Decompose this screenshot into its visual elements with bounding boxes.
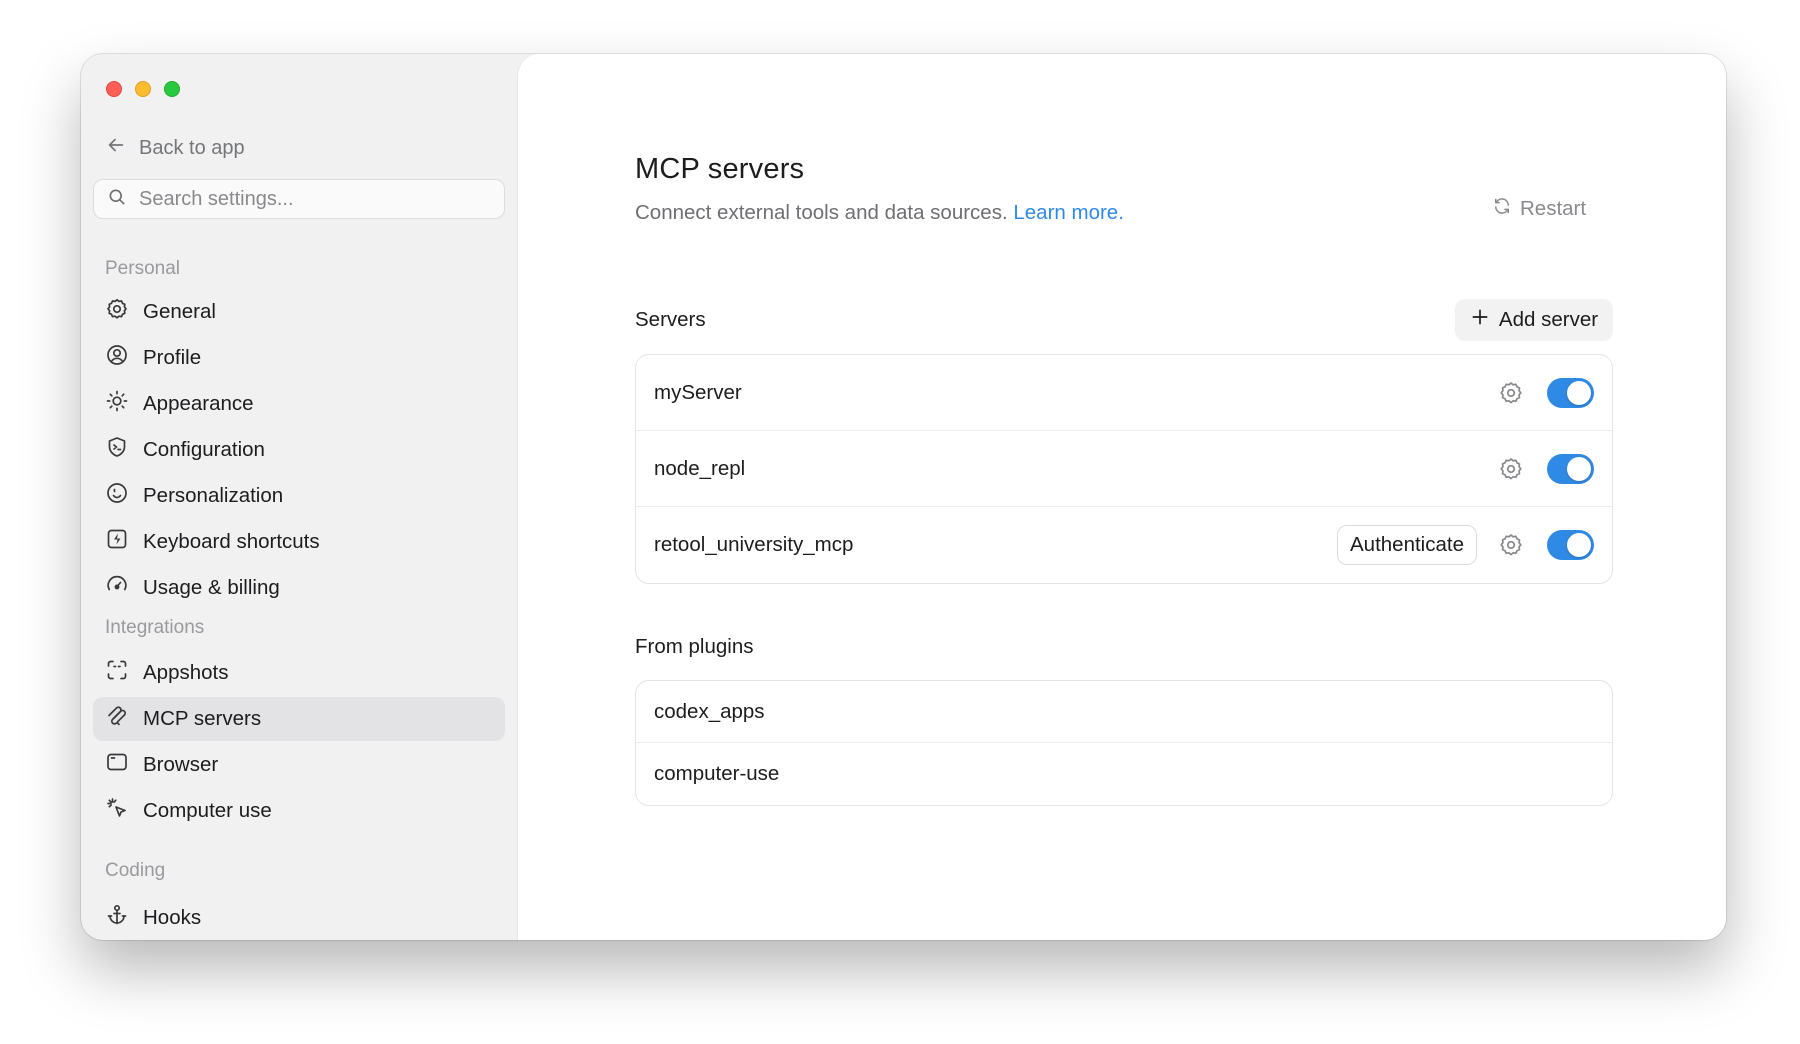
browser-window-icon [105, 750, 129, 780]
maximize-window-button[interactable] [164, 81, 180, 97]
smile-icon [105, 481, 129, 511]
anchor-icon [105, 903, 129, 933]
sun-icon [105, 389, 129, 419]
sidebar-item-browser[interactable]: Browser [93, 743, 505, 787]
sidebar-item-keyboard-shortcuts[interactable]: Keyboard shortcuts [93, 520, 505, 564]
sidebar-item-label: Personalization [143, 484, 284, 507]
authenticate-button[interactable]: Authenticate [1337, 525, 1477, 565]
main-panel: MCP servers Connect external tools and d… [517, 54, 1726, 940]
sidebar-item-label: Computer use [143, 799, 272, 822]
add-server-button[interactable]: Add server [1455, 299, 1613, 341]
section-label-personal: Personal [105, 258, 180, 279]
close-window-button[interactable] [106, 81, 122, 97]
server-name: node_repl [654, 456, 746, 480]
server-name: retool_university_mcp [654, 533, 854, 556]
user-circle-icon [105, 343, 129, 373]
add-server-label: Add server [1498, 308, 1599, 331]
server-name: myServer [654, 380, 742, 404]
server-enabled-toggle[interactable] [1547, 454, 1594, 484]
sidebar-item-mcp-servers[interactable]: MCP servers [93, 697, 505, 741]
sidebar-item-computer-use[interactable]: Computer use [93, 789, 505, 833]
window-controls [106, 81, 180, 97]
sidebar-item-label: Hooks [143, 906, 202, 929]
gear-icon[interactable] [1498, 380, 1524, 406]
server-enabled-toggle[interactable] [1547, 378, 1594, 408]
mcp-icon [105, 704, 129, 734]
plugin-name: computer-use [654, 762, 780, 785]
plugin-row: codex_apps [636, 681, 1612, 743]
page-subtitle: Connect external tools and data sources.… [635, 201, 1124, 225]
screenshot-frame-icon [105, 658, 129, 688]
gauge-icon [105, 573, 129, 603]
gear-icon [105, 297, 129, 327]
servers-list: myServer node_repl retool_university_mcp… [635, 354, 1613, 584]
sidebar-item-label: Keyboard shortcuts [143, 530, 320, 553]
restart-button[interactable]: Restart [1482, 189, 1596, 229]
server-row: retool_university_mcp Authenticate [636, 507, 1612, 583]
toggle-knob [1567, 381, 1591, 405]
sidebar-item-label: Usage & billing [143, 576, 280, 599]
plus-icon [1470, 307, 1490, 333]
keyboard-bolt-icon [105, 527, 129, 557]
subtitle-text: Connect external tools and data sources. [635, 201, 1008, 224]
section-label-coding: Coding [105, 860, 166, 881]
sidebar-item-label: Profile [143, 346, 202, 369]
cursor-click-icon [105, 796, 129, 826]
shield-terminal-icon [105, 435, 129, 465]
gear-icon[interactable] [1498, 456, 1524, 482]
learn-more-link[interactable]: Learn more. [1013, 201, 1124, 224]
refresh-icon [1492, 196, 1512, 222]
servers-heading: Servers [635, 308, 706, 331]
toggle-knob [1567, 533, 1591, 557]
sidebar: Back to app Personal General Profile [81, 54, 517, 940]
search-settings-input[interactable] [139, 187, 479, 211]
section-label-integrations: Integrations [105, 617, 205, 638]
search-settings-box[interactable] [93, 179, 505, 219]
plugin-name: codex_apps [654, 699, 765, 723]
sidebar-item-personalization[interactable]: Personalization [93, 474, 505, 518]
settings-window: Back to app Personal General Profile [81, 54, 1726, 940]
sidebar-item-label: MCP servers [143, 707, 262, 730]
from-plugins-heading: From plugins [635, 635, 754, 658]
server-row: myServer [636, 355, 1612, 431]
sidebar-item-appshots[interactable]: Appshots [93, 651, 505, 695]
sidebar-item-label: Configuration [143, 438, 265, 461]
sidebar-item-label: General [143, 300, 216, 323]
back-to-app-link[interactable]: Back to app [105, 132, 245, 164]
sidebar-item-label: Appshots [143, 661, 229, 684]
sidebar-item-general[interactable]: General [93, 290, 505, 334]
arrow-left-icon [105, 134, 127, 162]
restart-label: Restart [1520, 197, 1587, 220]
sidebar-item-label: Browser [143, 753, 219, 776]
plugins-list: codex_apps computer-use [635, 680, 1613, 806]
sidebar-item-appearance[interactable]: Appearance [93, 382, 505, 426]
server-enabled-toggle[interactable] [1547, 530, 1594, 560]
server-row: node_repl [636, 431, 1612, 507]
back-to-app-label: Back to app [139, 136, 245, 159]
page-title: MCP servers [635, 153, 805, 185]
minimize-window-button[interactable] [135, 81, 151, 97]
gear-icon[interactable] [1498, 532, 1524, 558]
sidebar-item-label: Appearance [143, 392, 254, 415]
sidebar-item-hooks[interactable]: Hooks [93, 896, 505, 940]
toggle-knob [1567, 457, 1591, 481]
search-icon [107, 187, 127, 212]
sidebar-item-profile[interactable]: Profile [93, 336, 505, 380]
sidebar-item-configuration[interactable]: Configuration [93, 428, 505, 472]
plugin-row: computer-use [636, 743, 1612, 805]
sidebar-item-usage-billing[interactable]: Usage & billing [93, 566, 505, 610]
